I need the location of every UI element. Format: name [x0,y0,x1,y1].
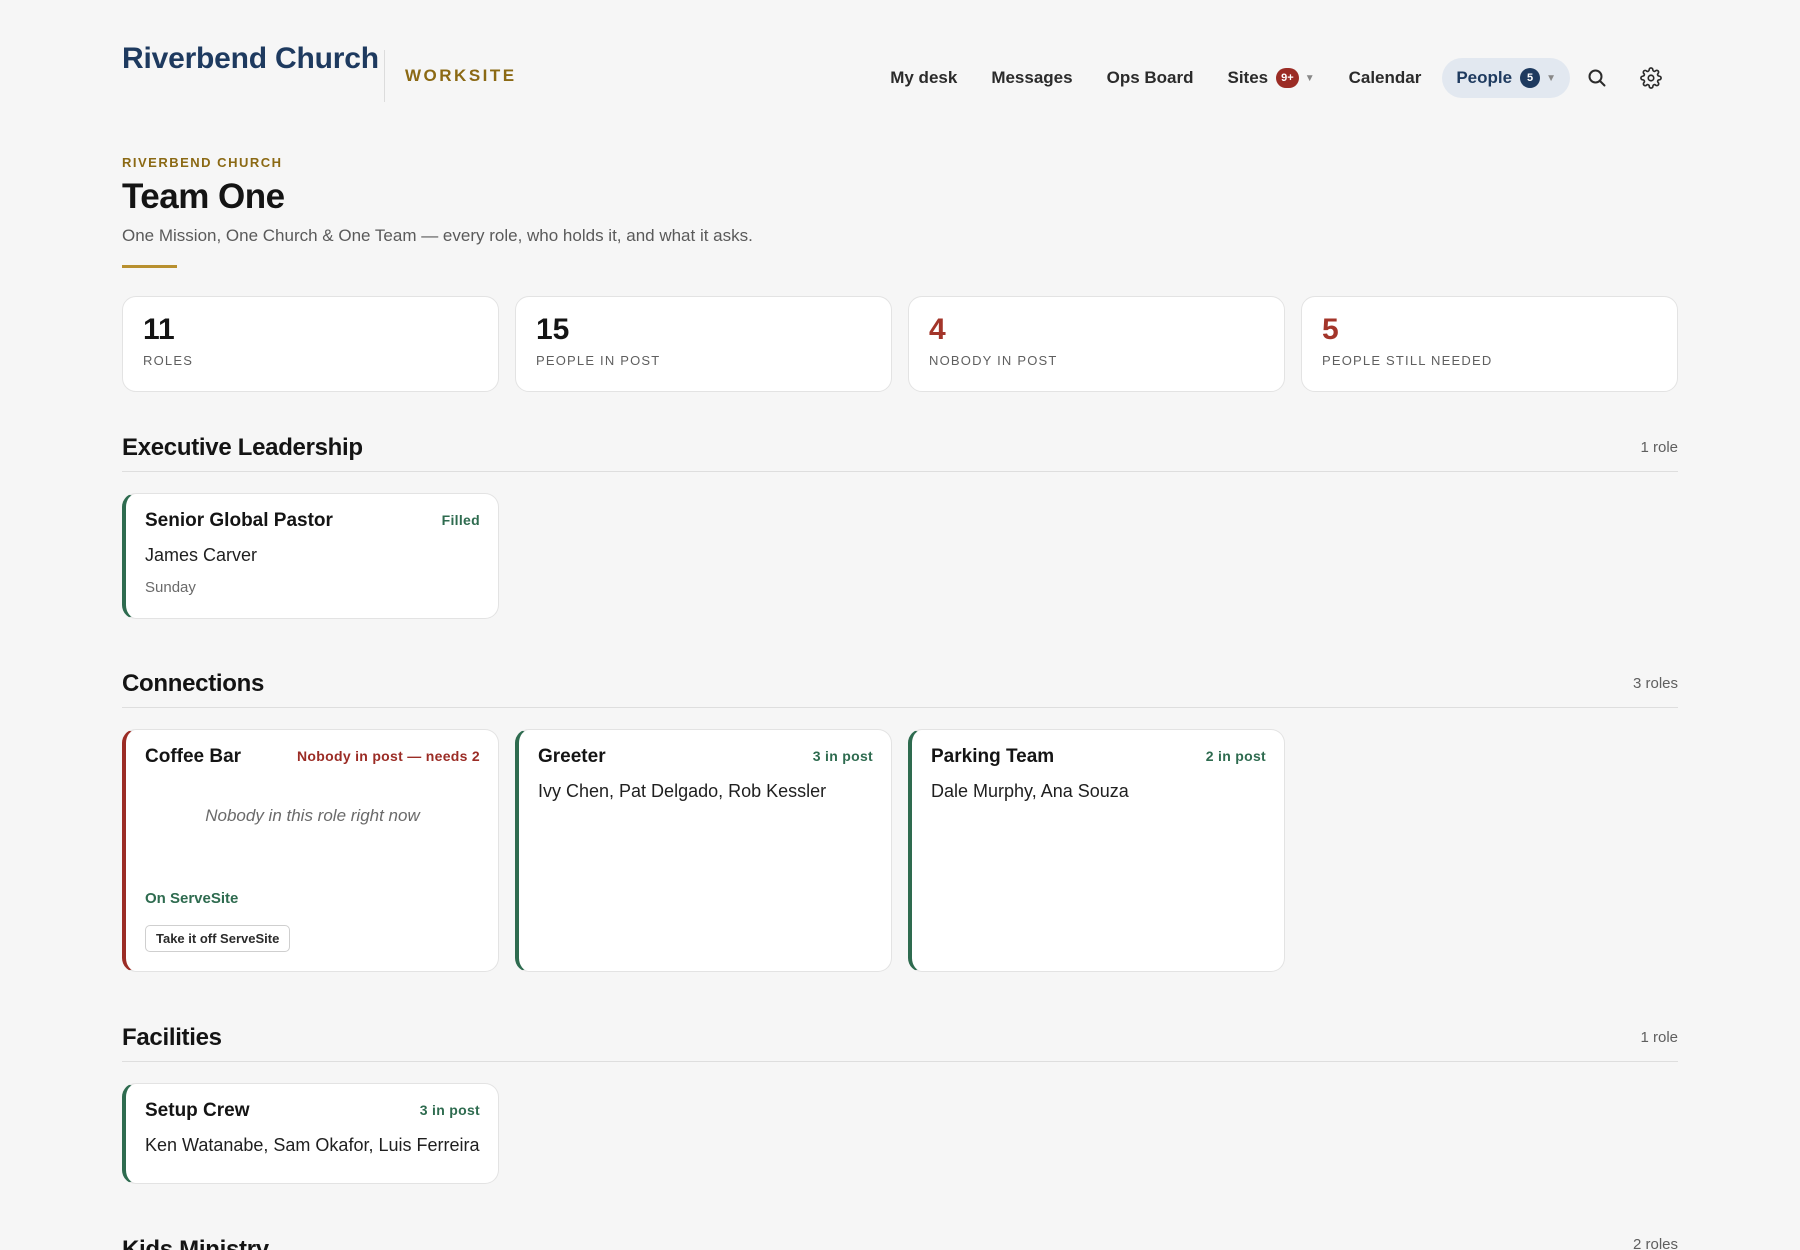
brand-divider [384,50,385,102]
nav-ops-board[interactable]: Ops Board [1090,58,1211,98]
section-header: Kids Ministry 2 roles [122,1228,1678,1250]
caret-down-icon: ▼ [1304,72,1315,84]
search-icon [1588,69,1606,87]
stat-value: 4 [929,313,946,346]
people-count-badge: 5 [1520,68,1541,88]
section-title: Connections [122,669,265,697]
accent-rule [122,265,177,268]
empty-role-note: Nobody in this role right now [205,806,420,825]
role-title: Setup Crew [145,1100,250,1121]
section-title: Kids Ministry [122,1236,269,1250]
role-cards: Setup Crew 3 in post Ken Watanabe, Sam O… [122,1083,1678,1184]
role-title: Senior Global Pastor [145,510,333,531]
top-header: Riverbend Church WORKSITE My desk Messag… [122,0,1678,140]
section-role-count: 1 role [1640,439,1678,456]
stat-label: NOBODY IN POST [929,353,1058,368]
stat-label: PEOPLE IN POST [536,353,661,368]
nav-people[interactable]: People 5 ▼ [1442,58,1570,98]
role-people: Dale Murphy, Ana Souza [931,781,1129,801]
nav-people-label: People [1456,68,1513,87]
role-title: Coffee Bar [145,746,242,767]
sites-count-badge: 9+ [1276,68,1299,88]
take-off-servesite-button[interactable]: Take it off ServeSite [145,925,291,952]
stat-label: ROLES [143,353,194,368]
gear-icon [1640,67,1662,89]
page: Riverbend Church WORKSITE My desk Messag… [122,0,1678,1250]
nav-calendar[interactable]: Calendar [1332,58,1439,98]
nav-ops-board-label: Ops Board [1106,68,1194,87]
stat-nobody-in-post: 4 NOBODY IN POST [908,296,1285,392]
nav-sites-label: Sites [1227,68,1269,87]
stat-label: PEOPLE STILL NEEDED [1322,353,1493,368]
nav-my-desk-label: My desk [890,68,958,87]
settings-button[interactable] [1624,58,1678,98]
search-button[interactable] [1570,58,1624,98]
stat-people-still-needed: 5 PEOPLE STILL NEEDED [1301,296,1678,392]
stat-roles: 11 ROLES [122,296,499,392]
section-role-count: 3 roles [1632,675,1678,692]
role-status: 3 in post [812,748,873,764]
nav-calendar-label: Calendar [1348,68,1422,87]
role-card-coffee-bar[interactable]: Coffee Bar Nobody in post — needs 2 Nobo… [122,729,499,972]
section-executive-leadership: Executive Leadership 1 role Senior Globa… [122,424,1678,619]
brand-name[interactable]: Riverbend Church [122,42,379,76]
page-title: Team One [122,177,285,216]
page-subtitle: One Mission, One Church & One Team — eve… [122,226,753,245]
role-status: 3 in post [419,1102,480,1118]
section-role-count: 1 role [1640,1029,1678,1046]
role-cards: Coffee Bar Nobody in post — needs 2 Nobo… [122,729,1678,972]
section-facilities: Facilities 1 role Setup Crew 3 in post K… [122,1014,1678,1184]
section-title: Executive Leadership [122,433,363,461]
stat-people-in-post: 15 PEOPLE IN POST [515,296,892,392]
role-title: Parking Team [931,746,1055,767]
role-status: Nobody in post — needs 2 [297,748,480,764]
section-header: Executive Leadership 1 role [122,424,1678,472]
role-people: Ivy Chen, Pat Delgado, Rob Kessler [538,781,827,801]
role-card-setup-crew[interactable]: Setup Crew 3 in post Ken Watanabe, Sam O… [122,1083,499,1184]
nav-messages-label: Messages [991,68,1073,87]
main-nav: My desk Messages Ops Board Sites 9+ ▼ Ca… [873,58,1678,98]
nav-my-desk[interactable]: My desk [873,58,974,98]
section-kids-ministry: Kids Ministry 2 roles [122,1228,1678,1250]
stat-value: 15 [536,313,570,346]
role-card-senior-global-pastor[interactable]: Senior Global Pastor Filled James Carver… [122,493,499,619]
page-eyebrow: RIVERBEND CHURCH [122,155,283,170]
section-role-count: 2 roles [1632,1236,1678,1250]
workspace-label: WORKSITE [405,66,517,85]
role-status: 2 in post [1205,748,1266,764]
role-cards: Senior Global Pastor Filled James Carver… [122,493,1678,619]
stat-value: 5 [1322,313,1339,346]
nav-sites[interactable]: Sites 9+ ▼ [1211,58,1332,98]
servesite-status: On ServeSite [145,890,239,907]
role-title: Greeter [538,746,606,767]
stats-row: 11 ROLES 15 PEOPLE IN POST 4 NOBODY IN P… [122,296,1678,392]
role-people: Ken Watanabe, Sam Okafor, Luis Ferreira [145,1135,480,1155]
role-people: James Carver [145,545,258,565]
nav-messages[interactable]: Messages [974,58,1089,98]
stat-value: 11 [143,313,175,346]
section-header: Facilities 1 role [122,1014,1678,1062]
role-card-parking-team[interactable]: Parking Team 2 in post Dale Murphy, Ana … [908,729,1285,972]
section-connections: Connections 3 roles Coffee Bar Nobody in… [122,660,1678,972]
role-status: Filled [441,512,480,528]
role-card-greeter[interactable]: Greeter 3 in post Ivy Chen, Pat Delgado,… [515,729,892,972]
role-schedule: Sunday [145,579,196,596]
caret-down-icon: ▼ [1546,72,1556,84]
section-header: Connections 3 roles [122,660,1678,708]
section-title: Facilities [122,1023,222,1051]
